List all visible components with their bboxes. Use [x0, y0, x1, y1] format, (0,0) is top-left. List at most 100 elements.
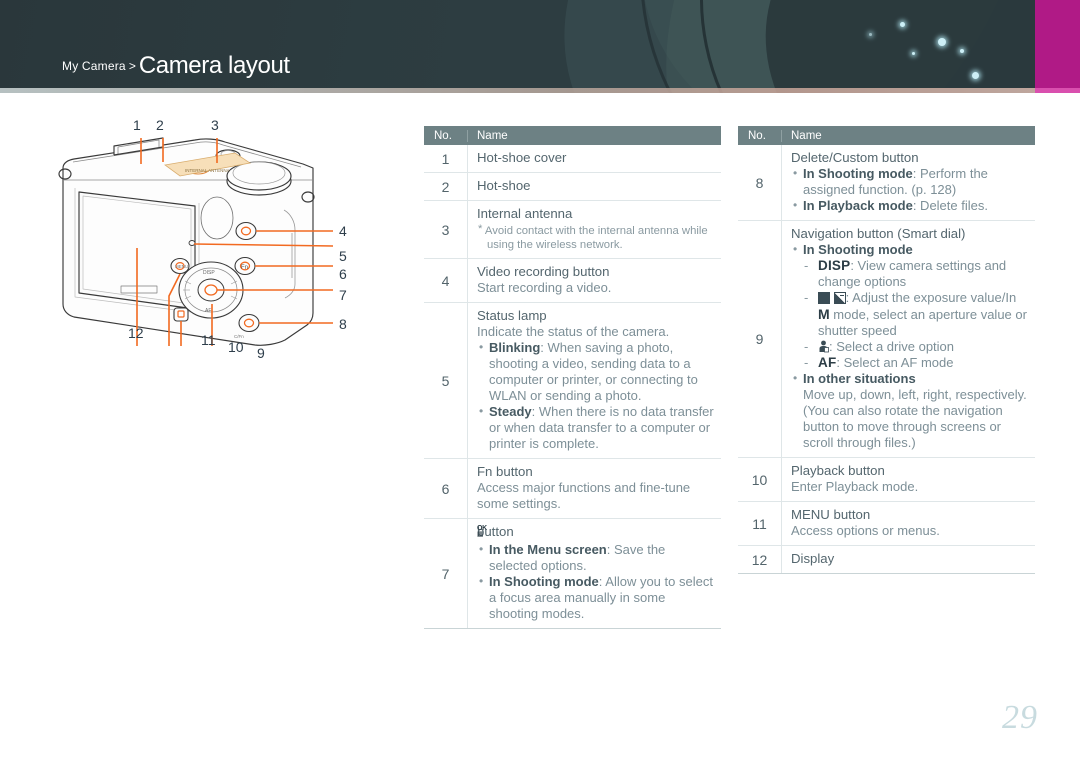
- column-header-no: No.: [434, 129, 452, 142]
- row-content: Video recording button Start recording a…: [467, 259, 721, 302]
- row-content: OK▦ button In the Menu screen: Save the …: [467, 519, 721, 628]
- table-row: 3 Internal antenna * Avoid contact with …: [424, 201, 721, 259]
- part-name: Delete/Custom button: [791, 150, 919, 165]
- svg-text:Fn: Fn: [241, 265, 248, 271]
- part-name: Video recording button: [477, 264, 610, 279]
- callout-number-12: 12: [128, 325, 144, 341]
- callout-number-10: 10: [228, 339, 244, 355]
- row-number: 4: [441, 272, 450, 289]
- row-content: Delete/Custom button In Shooting mode: P…: [781, 145, 1035, 220]
- bullet-list-other: In other situations: [791, 370, 1031, 387]
- part-description: Start recording a video.: [477, 280, 612, 295]
- sparkle-dot: [900, 22, 905, 27]
- bullet-list: In Shooting mode: Perform the assigned f…: [791, 165, 1031, 214]
- camera-illustration: INTERNAL ANTENNA Fn C/Fn MENU DISP AF: [58, 137, 334, 346]
- bullet-item: In Shooting mode: [791, 241, 1031, 258]
- callout-number-2: 2: [156, 117, 164, 133]
- row-content: Internal antenna * Avoid contact with th…: [467, 201, 721, 258]
- table-row: 2 Hot-shoe: [424, 173, 721, 201]
- row-number: 12: [751, 551, 768, 568]
- dash-item: : Select a drive option: [803, 339, 1031, 355]
- part-description: Access options or menus.: [791, 523, 940, 538]
- camera-parts-table-left: No. Name 1 Hot-shoe cover 2 Hot-shoe 3 I…: [424, 126, 721, 629]
- callout-number-3: 3: [211, 117, 219, 133]
- dash-item: : Adjust the exposure value/In M mode, s…: [803, 290, 1031, 339]
- column-header-name: Name: [781, 129, 1035, 142]
- header-underline: [0, 88, 1035, 93]
- part-name: MENU button: [791, 507, 871, 522]
- table-row: 1 Hot-shoe cover: [424, 145, 721, 173]
- dash-list: DISP: View camera settings and change op…: [791, 258, 1031, 371]
- table-header-row: No. Name: [424, 126, 721, 145]
- part-note: * Avoid contact with the internal antenn…: [477, 222, 717, 252]
- table-row: 6 Fn button Access major functions and f…: [424, 459, 721, 519]
- af-key-label: AF: [818, 355, 837, 370]
- bullet-label: Blinking: [489, 340, 541, 355]
- table-row: 7 OK▦ button In the Menu screen: Save th…: [424, 519, 721, 629]
- bullet-item: Steady: When there is no data transfer o…: [477, 403, 717, 452]
- part-name: Navigation button (Smart dial): [791, 226, 966, 241]
- note-asterisk: *: [478, 223, 483, 235]
- dash-text: : Select an AF mode: [836, 355, 954, 370]
- table-row: 10 Playback button Enter Playback mode.: [738, 458, 1035, 502]
- dash-text: : Adjust the exposure value/In: [845, 290, 1017, 305]
- svg-text:MENU: MENU: [175, 264, 188, 269]
- bullet-label: In Shooting mode: [803, 166, 913, 181]
- bullet-item: In other situations: [791, 370, 1031, 387]
- callout-number-4: 4: [339, 223, 347, 239]
- part-name: Status lamp: [477, 308, 547, 323]
- other-situations-text: Move up, down, left, right, respectively…: [803, 387, 1027, 450]
- part-description: Access major functions and fine-tune som…: [477, 480, 691, 511]
- row-number: 2: [441, 178, 450, 195]
- table-row: 5 Status lamp Indicate the status of the…: [424, 303, 721, 459]
- bullet-list: In the Menu screen: Save the selected op…: [477, 541, 717, 622]
- camera-diagram: INTERNAL ANTENNA Fn C/Fn MENU DISP AF 1 …: [45, 117, 390, 373]
- sparkle-dot: [972, 72, 979, 79]
- disp-key-label: DISP: [818, 258, 851, 273]
- bullet-item: In the Menu screen: Save the selected op…: [477, 541, 717, 574]
- row-content: Navigation button (Smart dial) In Shooti…: [781, 221, 1035, 457]
- other-situations-header: In other situations: [803, 371, 916, 386]
- exposure-value-icon: [833, 292, 846, 304]
- table-row: 12 Display: [738, 546, 1035, 574]
- bullet-label: In the Menu screen: [489, 542, 607, 557]
- sparkle-dot: [938, 38, 946, 46]
- svg-text:INTERNAL ANTENNA: INTERNAL ANTENNA: [185, 168, 230, 173]
- page-number: 29: [1002, 699, 1038, 736]
- accent-block-underline: [1035, 88, 1080, 93]
- row-content: Playback button Enter Playback mode.: [781, 458, 1035, 501]
- row-content: MENU button Access options or menus.: [781, 502, 1035, 545]
- row-number: 1: [441, 150, 450, 167]
- row-number: 6: [441, 480, 450, 497]
- callout-number-5: 5: [339, 248, 347, 264]
- bullet-item: In Shooting mode: Perform the assigned f…: [791, 165, 1031, 198]
- row-number: 10: [751, 471, 768, 488]
- part-name: Internal antenna: [477, 206, 573, 221]
- table-row: 8 Delete/Custom button In Shooting mode:…: [738, 145, 1035, 221]
- accent-block: [1035, 0, 1080, 93]
- breadcrumb-separator: >: [128, 59, 136, 73]
- camera-parts-table-right: No. Name 8 Delete/Custom button In Shoot…: [738, 126, 1035, 574]
- header-arc-2: [640, 0, 1080, 93]
- column-header-name: Name: [467, 129, 721, 142]
- svg-text:AF: AF: [205, 308, 211, 314]
- page-title: Camera layout: [138, 52, 290, 79]
- row-number: 7: [441, 565, 450, 582]
- row-number: 5: [441, 372, 450, 389]
- bullet-item: In Shooting mode: Allow you to select a …: [477, 573, 717, 622]
- callout-number-1: 1: [133, 117, 141, 133]
- note-line-2: using the wireless network.: [487, 239, 623, 251]
- row-content: Hot-shoe: [467, 173, 721, 200]
- part-name: Display: [791, 551, 835, 566]
- exposure-grid-icon: [818, 292, 830, 304]
- dash-item: AF: Select an AF mode: [803, 355, 1031, 371]
- bullet-text: : Delete files.: [912, 198, 988, 213]
- bullet-label: In Playback mode: [803, 198, 913, 213]
- dash-text: : Select a drive option: [829, 339, 955, 354]
- note-line-1: Avoid contact with the internal antenna …: [484, 225, 708, 237]
- bullet-label: Steady: [489, 404, 532, 419]
- row-number: 3: [441, 221, 450, 238]
- callout-number-11: 11: [201, 332, 216, 348]
- breadcrumb-parent[interactable]: My Camera: [62, 59, 126, 73]
- table-row: 4 Video recording button Start recording…: [424, 259, 721, 303]
